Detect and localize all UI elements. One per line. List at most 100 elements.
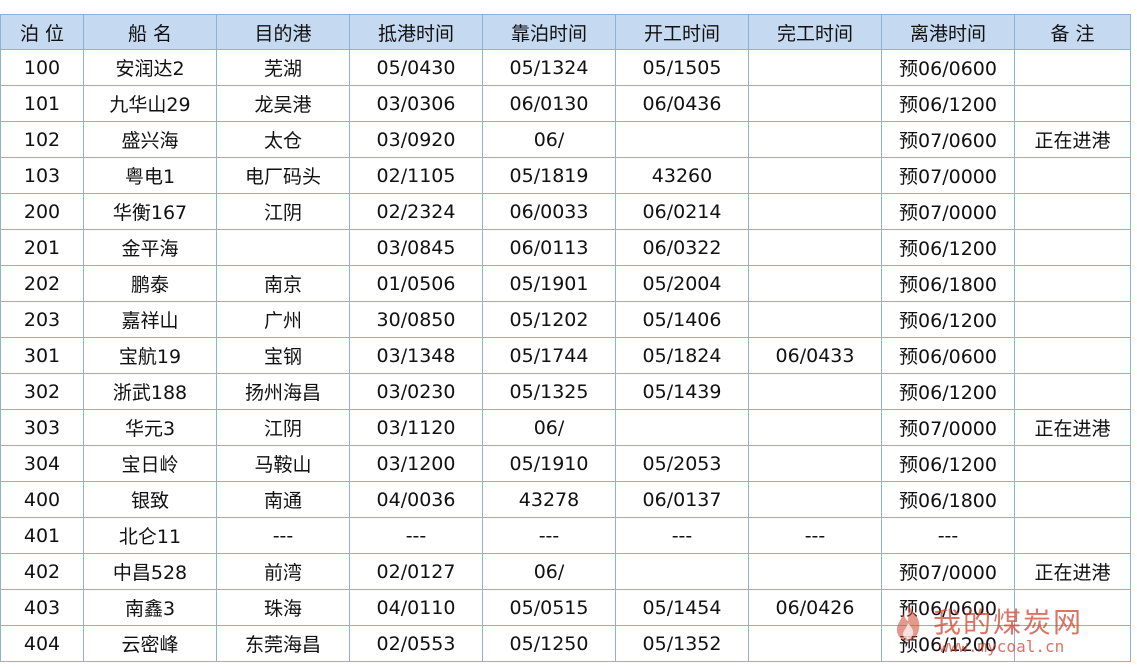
cell-berthing-time: --- bbox=[482, 517, 616, 554]
cell-arrival-time: 03/0306 bbox=[349, 85, 483, 122]
cell-ship-name: 鹏泰 bbox=[83, 265, 217, 302]
cell-destination: 南京 bbox=[216, 265, 350, 302]
cell-departure-time: --- bbox=[881, 517, 1015, 554]
cell-arrival-time: 04/0110 bbox=[349, 589, 483, 626]
cell-destination: 电厂码头 bbox=[216, 157, 350, 194]
cell-arrival-time: 30/0850 bbox=[349, 301, 483, 338]
cell-start-time: 43260 bbox=[615, 157, 749, 194]
cell-finish-time bbox=[748, 85, 882, 122]
header-arrival-time: 抵港时间 bbox=[349, 14, 483, 50]
cell-arrival-time: 02/1105 bbox=[349, 157, 483, 194]
page: 泊 位 船 名 目的港 抵港时间 靠泊时间 开工时间 完工时间 离港时间 备 注… bbox=[0, 0, 1137, 667]
cell-arrival-time: 03/1348 bbox=[349, 337, 483, 374]
cell-destination: 江阴 bbox=[216, 193, 350, 230]
cell-berth: 402 bbox=[0, 553, 84, 590]
cell-remarks bbox=[1014, 373, 1131, 410]
cell-berthing-time: 05/1250 bbox=[482, 625, 616, 662]
cell-start-time: 06/0436 bbox=[615, 85, 749, 122]
table-row: 400 银致 南通 04/0036 43278 06/0137 预06/1800 bbox=[0, 481, 1131, 518]
cell-berth: 200 bbox=[0, 193, 84, 230]
cell-berthing-time: 05/1324 bbox=[482, 49, 616, 86]
cell-destination: 宝钢 bbox=[216, 337, 350, 374]
cell-ship-name: 华元3 bbox=[83, 409, 217, 446]
cell-berth: 101 bbox=[0, 85, 84, 122]
cell-arrival-time: 04/0036 bbox=[349, 481, 483, 518]
cell-destination: 广州 bbox=[216, 301, 350, 338]
header-row: 泊 位 船 名 目的港 抵港时间 靠泊时间 开工时间 完工时间 离港时间 备 注 bbox=[0, 14, 1131, 50]
cell-destination: 前湾 bbox=[216, 553, 350, 590]
cell-destination: 芜湖 bbox=[216, 49, 350, 86]
cell-arrival-time: 05/0430 bbox=[349, 49, 483, 86]
cell-remarks bbox=[1014, 157, 1131, 194]
cell-berth: 401 bbox=[0, 517, 84, 554]
cell-start-time bbox=[615, 409, 749, 446]
cell-finish-time bbox=[748, 265, 882, 302]
table-row: 402 中昌528 前湾 02/0127 06/预07/0000 正在进港 bbox=[0, 553, 1131, 590]
cell-remarks bbox=[1014, 337, 1131, 374]
cell-berth: 201 bbox=[0, 229, 84, 266]
cell-berth: 102 bbox=[0, 121, 84, 158]
cell-destination: --- bbox=[216, 517, 350, 554]
header-remarks: 备 注 bbox=[1014, 14, 1131, 50]
cell-berth: 100 bbox=[0, 49, 84, 86]
cell-ship-name: 金平海 bbox=[83, 229, 217, 266]
cell-finish-time: 06/0426 bbox=[748, 589, 882, 626]
table-row: 404 云密峰 东莞海昌 02/0553 05/1250 05/1352 预06/1200 bbox=[0, 625, 1131, 662]
cell-berthing-time: 05/0515 bbox=[482, 589, 616, 626]
cell-berth: 103 bbox=[0, 157, 84, 194]
cell-arrival-time: 03/0920 bbox=[349, 121, 483, 158]
cell-berthing-time: 05/1744 bbox=[482, 337, 616, 374]
cell-remarks bbox=[1014, 301, 1131, 338]
cell-berthing-time: 06/ bbox=[482, 409, 616, 446]
cell-berthing-time: 05/1910 bbox=[482, 445, 616, 482]
berth-schedule-table: 泊 位 船 名 目的港 抵港时间 靠泊时间 开工时间 完工时间 离港时间 备 注… bbox=[0, 14, 1131, 662]
cell-start-time: 05/1454 bbox=[615, 589, 749, 626]
cell-berthing-time: 06/0130 bbox=[482, 85, 616, 122]
cell-ship-name: 宝航19 bbox=[83, 337, 217, 374]
cell-ship-name: 嘉祥山 bbox=[83, 301, 217, 338]
cell-destination: 珠海 bbox=[216, 589, 350, 626]
cell-berthing-time: 06/ bbox=[482, 121, 616, 158]
header-finish-time: 完工时间 bbox=[748, 14, 882, 50]
table-row: 303 华元3 江阴 03/1120 06/预07/0000 正在进港 bbox=[0, 409, 1131, 446]
cell-finish-time bbox=[748, 373, 882, 410]
cell-remarks bbox=[1014, 589, 1131, 626]
cell-ship-name: 浙武188 bbox=[83, 373, 217, 410]
cell-berth: 400 bbox=[0, 481, 84, 518]
cell-berth: 302 bbox=[0, 373, 84, 410]
cell-berth: 301 bbox=[0, 337, 84, 374]
cell-berthing-time: 43278 bbox=[482, 481, 616, 518]
cell-departure-time: 预07/0600 bbox=[881, 121, 1015, 158]
cell-remarks bbox=[1014, 625, 1131, 662]
cell-berth: 202 bbox=[0, 265, 84, 302]
cell-departure-time: 预06/0600 bbox=[881, 49, 1015, 86]
cell-arrival-time: 01/0506 bbox=[349, 265, 483, 302]
cell-remarks bbox=[1014, 445, 1131, 482]
table-row: 401 北仑11 --- --- --- --- --- --- bbox=[0, 517, 1131, 554]
table-row: 101 九华山29 龙吴港 03/0306 06/0130 06/0436 预06/1200 bbox=[0, 85, 1131, 122]
cell-finish-time bbox=[748, 481, 882, 518]
cell-finish-time bbox=[748, 49, 882, 86]
cell-start-time: 06/0214 bbox=[615, 193, 749, 230]
cell-start-time bbox=[615, 121, 749, 158]
cell-start-time bbox=[615, 553, 749, 590]
cell-start-time: 06/0137 bbox=[615, 481, 749, 518]
cell-arrival-time: 02/0127 bbox=[349, 553, 483, 590]
table-row: 200 华衡167 江阴 02/2324 06/0033 06/0214 预07/0000 bbox=[0, 193, 1131, 230]
cell-berth: 303 bbox=[0, 409, 84, 446]
cell-destination: 龙吴港 bbox=[216, 85, 350, 122]
cell-berthing-time: 06/0113 bbox=[482, 229, 616, 266]
table-row: 203 嘉祥山 广州 30/0850 05/1202 05/1406 预06/1200 bbox=[0, 301, 1131, 338]
cell-ship-name: 银致 bbox=[83, 481, 217, 518]
cell-ship-name: 盛兴海 bbox=[83, 121, 217, 158]
cell-destination: 马鞍山 bbox=[216, 445, 350, 482]
header-destination: 目的港 bbox=[216, 14, 350, 50]
table-row: 302 浙武188 扬州海昌 03/0230 05/1325 05/1439 预06/120… bbox=[0, 373, 1131, 410]
cell-departure-time: 预07/0000 bbox=[881, 553, 1015, 590]
cell-ship-name: 中昌528 bbox=[83, 553, 217, 590]
cell-departure-time: 预06/1200 bbox=[881, 229, 1015, 266]
cell-finish-time bbox=[748, 301, 882, 338]
table-row: 304 宝日岭 马鞍山 03/1200 05/1910 05/2053 预06/1200 bbox=[0, 445, 1131, 482]
cell-ship-name: 九华山29 bbox=[83, 85, 217, 122]
cell-remarks bbox=[1014, 265, 1131, 302]
